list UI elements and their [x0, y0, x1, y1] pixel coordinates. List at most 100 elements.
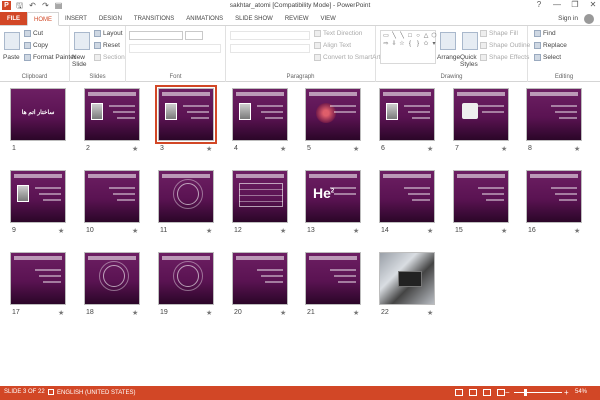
paragraph-align-buttons[interactable]: [230, 44, 310, 53]
zoom-in-button[interactable]: +: [564, 388, 569, 397]
slide-thumbnail[interactable]: [232, 252, 288, 305]
avatar[interactable]: [584, 14, 594, 24]
shape-oval-icon[interactable]: ○: [414, 32, 422, 40]
tab-insert[interactable]: INSERT: [59, 12, 93, 25]
convert-smartart-button[interactable]: Convert to SmartArt: [314, 54, 380, 61]
animation-star-icon[interactable]: ★: [353, 145, 359, 153]
animation-star-icon[interactable]: ★: [132, 309, 138, 317]
shape-brace-icon[interactable]: {: [406, 40, 414, 48]
align-text-button[interactable]: Align Text: [314, 42, 351, 49]
tab-transitions[interactable]: TRANSITIONS: [128, 12, 180, 25]
maximize-button[interactable]: ❐: [570, 0, 580, 9]
slide-thumbnail[interactable]: [526, 88, 582, 141]
slide-thumbnail[interactable]: [453, 170, 509, 223]
slide-sorter-view-icon[interactable]: [469, 389, 477, 396]
copy-button[interactable]: Copy: [24, 42, 48, 49]
language-indicator[interactable]: ENGLISH (UNITED STATES): [48, 389, 135, 396]
section-button[interactable]: Section: [94, 54, 125, 61]
close-button[interactable]: ✕: [588, 0, 598, 9]
animation-star-icon[interactable]: ★: [58, 309, 64, 317]
shape-effects-button[interactable]: Shape Effects: [480, 54, 529, 61]
minimize-button[interactable]: —: [552, 0, 562, 9]
slide-thumbnail[interactable]: [158, 252, 214, 305]
sign-in-link[interactable]: Sign in: [558, 12, 578, 26]
slide-thumbnail[interactable]: [305, 252, 361, 305]
animation-star-icon[interactable]: ★: [427, 309, 433, 317]
shape-star2-icon[interactable]: ✩: [422, 40, 430, 48]
animation-star-icon[interactable]: ★: [501, 227, 507, 235]
shapes-gallery[interactable]: ▭ ╲ ╲ □ ○ △ ⬡ ⇨ ⇩ ☆{} ✩ ▾: [380, 30, 438, 64]
slide-thumbnail[interactable]: [379, 252, 435, 305]
animation-star-icon[interactable]: ★: [132, 145, 138, 153]
animation-star-icon[interactable]: ★: [574, 145, 580, 153]
slide-thumbnail[interactable]: [84, 252, 140, 305]
slideshow-view-icon[interactable]: [497, 389, 505, 396]
paragraph-list-buttons[interactable]: [230, 31, 310, 40]
slide-thumbnail[interactable]: He2: [305, 170, 361, 223]
animation-star-icon[interactable]: ★: [206, 309, 212, 317]
shape-line2-icon[interactable]: ╲: [398, 32, 406, 40]
slide-thumbnail[interactable]: [10, 170, 66, 223]
slide-thumbnail[interactable]: [232, 88, 288, 141]
quick-styles-button[interactable]: Quick Styles: [460, 54, 480, 68]
tab-review[interactable]: REVIEW: [279, 12, 315, 25]
zoom-slider-thumb[interactable]: [523, 389, 527, 396]
font-format-buttons[interactable]: [129, 44, 221, 53]
slide-thumbnail[interactable]: [84, 88, 140, 141]
tab-design[interactable]: DESIGN: [93, 12, 128, 25]
layout-button[interactable]: Layout: [94, 30, 123, 37]
slide-thumbnail[interactable]: [232, 170, 288, 223]
tab-file[interactable]: FILE: [0, 12, 27, 25]
new-slide-button[interactable]: New Slide: [72, 54, 94, 68]
animation-star-icon[interactable]: ★: [353, 227, 359, 235]
animation-star-icon[interactable]: ★: [58, 227, 64, 235]
slide-thumbnail[interactable]: [526, 170, 582, 223]
slide-thumbnail[interactable]: [379, 170, 435, 223]
shape-tri-icon[interactable]: △: [422, 32, 430, 40]
animation-star-icon[interactable]: ★: [280, 145, 286, 153]
shape-box-icon[interactable]: □: [406, 32, 414, 40]
text-direction-button[interactable]: Text Direction: [314, 30, 362, 37]
animation-star-icon[interactable]: ★: [427, 145, 433, 153]
font-size-select[interactable]: [185, 31, 203, 40]
slide-thumbnail[interactable]: [155, 85, 217, 144]
shape-line-icon[interactable]: ╲: [390, 32, 398, 40]
zoom-out-button[interactable]: −: [505, 388, 510, 397]
font-name-select[interactable]: [129, 31, 183, 40]
new-slide-icon[interactable]: [74, 32, 90, 50]
shape-star-icon[interactable]: ☆: [398, 40, 406, 48]
slide-thumbnail[interactable]: [305, 88, 361, 141]
slide-info[interactable]: SLIDE 3 OF 22: [4, 389, 45, 395]
shape-outline-button[interactable]: Shape Outline: [480, 42, 530, 49]
shape-rect-icon[interactable]: ▭: [382, 32, 390, 40]
paste-icon[interactable]: [4, 32, 20, 50]
animation-star-icon[interactable]: ★: [427, 227, 433, 235]
replace-button[interactable]: Replace: [534, 42, 567, 49]
quick-styles-icon[interactable]: [462, 32, 478, 50]
paste-button[interactable]: Paste: [3, 54, 20, 61]
animation-star-icon[interactable]: ★: [574, 227, 580, 235]
find-button[interactable]: Find: [534, 30, 556, 37]
cut-button[interactable]: Cut: [24, 30, 43, 37]
shape-brace2-icon[interactable]: }: [414, 40, 422, 48]
arrange-button[interactable]: Arrange: [437, 54, 460, 61]
shape-arrow-down-icon[interactable]: ⇩: [390, 40, 398, 48]
shape-arrow-right-icon[interactable]: ⇨: [382, 40, 390, 48]
animation-star-icon[interactable]: ★: [353, 309, 359, 317]
shape-hex-icon[interactable]: ⬡: [430, 32, 438, 40]
zoom-slider[interactable]: [514, 392, 562, 393]
select-button[interactable]: Select: [534, 54, 561, 61]
animation-star-icon[interactable]: ★: [280, 227, 286, 235]
shape-more-icon[interactable]: ▾: [430, 40, 438, 48]
animation-star-icon[interactable]: ★: [280, 309, 286, 317]
tab-home[interactable]: HOME: [27, 12, 59, 26]
slide-thumbnail[interactable]: [453, 88, 509, 141]
tab-animations[interactable]: ANIMATIONS: [180, 12, 229, 25]
normal-view-icon[interactable]: [455, 389, 463, 396]
animation-star-icon[interactable]: ★: [206, 227, 212, 235]
format-painter-button[interactable]: Format Painter: [24, 54, 76, 61]
animation-star-icon[interactable]: ★: [206, 145, 212, 153]
tab-view[interactable]: VIEW: [315, 12, 342, 25]
slide-thumbnail[interactable]: [379, 88, 435, 141]
slide-thumbnail[interactable]: [158, 170, 214, 223]
